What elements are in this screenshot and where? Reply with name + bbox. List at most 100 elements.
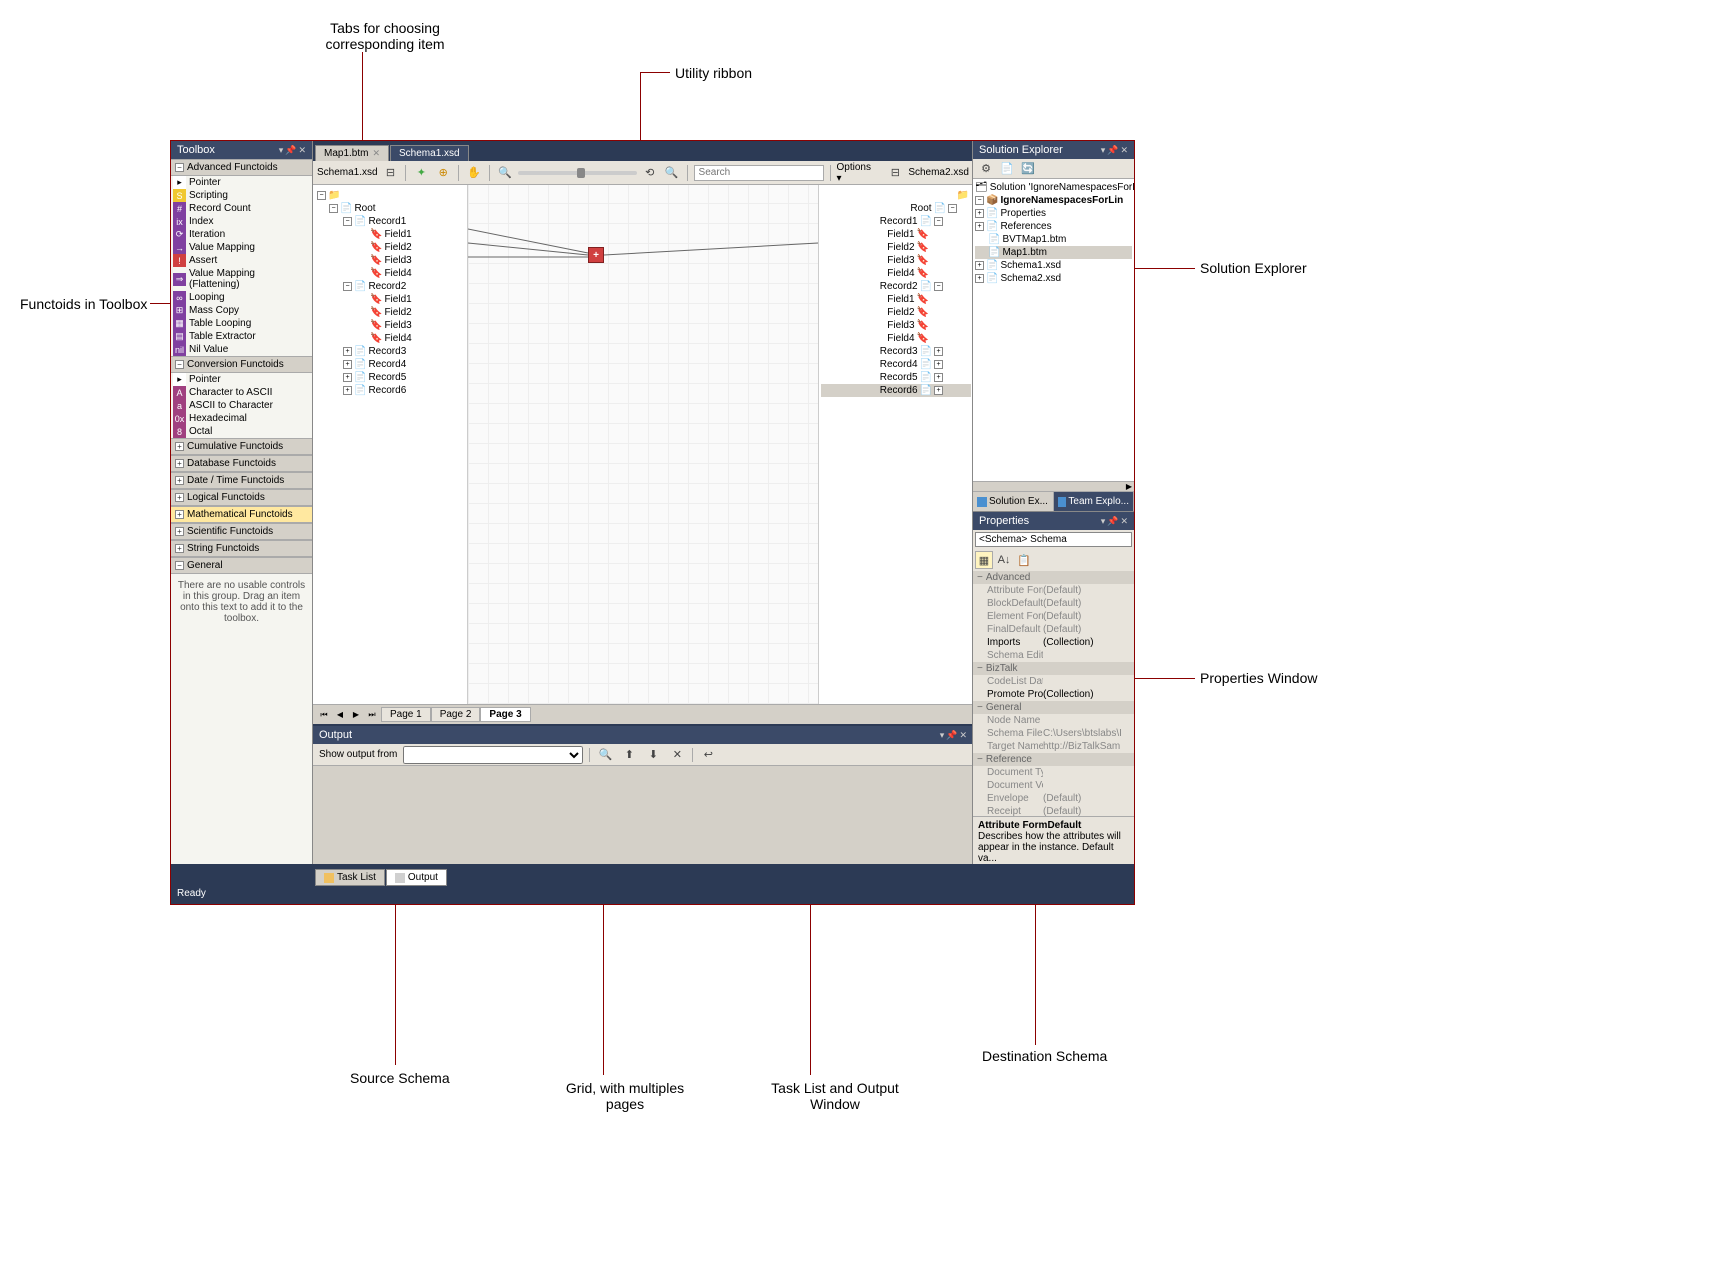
toolbox-item[interactable]: 0xHexadecimal	[171, 412, 312, 425]
tree-node[interactable]: Record1 📄 −	[821, 215, 971, 228]
document-tab[interactable]: Map1.btm✕	[315, 145, 389, 161]
expander-icon[interactable]: −	[977, 702, 983, 713]
property-row[interactable]: Envelope(Default)	[973, 792, 1134, 805]
expander-icon[interactable]: +	[934, 386, 943, 395]
property-value[interactable]: (Default)	[1043, 793, 1134, 804]
next-icon[interactable]: ⬇	[644, 746, 662, 764]
tree-node[interactable]: − 📄 Record2	[315, 280, 465, 293]
property-category[interactable]: − General	[973, 701, 1134, 714]
expander-icon[interactable]: −	[934, 217, 943, 226]
expander-icon[interactable]: −	[934, 282, 943, 291]
tree-node[interactable]: Root 📄 −	[821, 202, 971, 215]
tree-node[interactable]: − 📄 Record1	[315, 215, 465, 228]
close-icon[interactable]: ✕	[959, 730, 967, 741]
property-value[interactable]	[1043, 767, 1134, 778]
toolbox-group-header[interactable]: +Date / Time Functoids	[171, 472, 312, 489]
property-row[interactable]: Node Name	[973, 714, 1134, 727]
properties-grid[interactable]: − AdvancedAttribute Form(Default)BlockDe…	[973, 571, 1134, 816]
tree-node[interactable]: Record2 📄 −	[821, 280, 971, 293]
expander-icon[interactable]: −	[343, 217, 352, 226]
prev-icon[interactable]: ⬆	[620, 746, 638, 764]
pin-icon[interactable]: ▾	[279, 145, 284, 156]
tree-node[interactable]: Record3 📄 +	[821, 345, 971, 358]
expander-icon[interactable]: −	[977, 663, 983, 674]
solution-item[interactable]: + 📄 Properties	[975, 207, 1132, 220]
schema-root-node[interactable]: − 📁	[315, 189, 465, 202]
expander-icon[interactable]: +	[175, 442, 184, 451]
tree-node[interactable]: Field2 🔖	[821, 241, 971, 254]
toolbox-item[interactable]: #Record Count	[171, 202, 312, 215]
property-value[interactable]: http://BizTalkSam	[1043, 741, 1134, 752]
toolbox-item[interactable]: 8Octal	[171, 425, 312, 438]
tree-node[interactable]: Field3 🔖	[821, 319, 971, 332]
property-value[interactable]	[1043, 780, 1134, 791]
dest-schema-tree[interactable]: 📁Root 📄 −Record1 📄 −Field1 🔖 Field2 🔖 Fi…	[818, 185, 973, 704]
solution-tree[interactable]: 🗂 Solution 'IgnoreNamespacesForLi− 📦 Ign…	[973, 179, 1134, 481]
expander-icon[interactable]: +	[343, 386, 352, 395]
wrap-icon[interactable]: ↩	[699, 746, 717, 764]
page-tab[interactable]: Page 3	[480, 707, 530, 722]
schema-root-node[interactable]: 📁	[821, 189, 971, 202]
tab-solution-explorer[interactable]: Solution Ex...	[973, 492, 1054, 511]
solution-item[interactable]: + 📄 Schema1.xsd	[975, 259, 1132, 272]
property-row[interactable]: Receipt(Default)	[973, 805, 1134, 816]
pushpin-icon[interactable]: 📌	[285, 145, 296, 156]
property-value[interactable]	[1043, 676, 1134, 687]
tree-node[interactable]: Record4 📄 +	[821, 358, 971, 371]
page-tab[interactable]: Page 2	[431, 707, 481, 722]
output-source-select[interactable]	[403, 746, 583, 764]
toolbox-group-header[interactable]: +Cumulative Functoids	[171, 438, 312, 455]
pin-icon[interactable]: ▾	[1101, 516, 1106, 527]
expander-icon[interactable]: −	[948, 204, 957, 213]
tree-node[interactable]: 🔖 Field1	[315, 228, 465, 241]
property-value[interactable]: (Default)	[1043, 611, 1134, 622]
functoid-node[interactable]: +	[588, 247, 604, 263]
property-pages-icon[interactable]: 📋	[1015, 551, 1033, 569]
expander-icon[interactable]: +	[343, 347, 352, 356]
tree-node[interactable]: 🔖 Field4	[315, 332, 465, 345]
zoom-slider[interactable]	[518, 171, 637, 175]
toolbox-item[interactable]: ▸Pointer	[171, 373, 312, 386]
close-icon[interactable]: ✕	[1120, 516, 1128, 527]
expander-icon[interactable]: +	[343, 373, 352, 382]
expander-icon[interactable]: −	[329, 204, 338, 213]
toolbox-group-header[interactable]: −Advanced Functoids	[171, 159, 312, 176]
tree-node[interactable]: 🔖 Field4	[315, 267, 465, 280]
expander-icon[interactable]: +	[175, 493, 184, 502]
properties-icon[interactable]: ⚙	[977, 160, 995, 178]
clear-icon[interactable]: ✕	[668, 746, 686, 764]
close-icon[interactable]: ✕	[372, 148, 380, 159]
property-row[interactable]: Attribute Form(Default)	[973, 584, 1134, 597]
expander-icon[interactable]: +	[934, 360, 943, 369]
relevance-icon[interactable]: ✦	[412, 164, 430, 182]
expander-icon[interactable]: +	[175, 510, 184, 519]
expander-icon[interactable]: +	[934, 373, 943, 382]
expander-icon[interactable]: +	[975, 209, 984, 218]
property-value[interactable]: C:\Users\btslabs\I	[1043, 728, 1134, 739]
solution-item[interactable]: + 📄 Schema2.xsd	[975, 272, 1132, 285]
property-row[interactable]: Schema File LC:\Users\btslabs\I	[973, 727, 1134, 740]
expander-icon[interactable]: −	[977, 572, 983, 583]
property-value[interactable]: (Default)	[1043, 624, 1134, 635]
toolbox-item[interactable]: ∞Looping	[171, 291, 312, 304]
tree-node[interactable]: Field4 🔖	[821, 332, 971, 345]
toolbox-item[interactable]: ⇒Value Mapping (Flattening)	[171, 267, 312, 291]
expander-icon[interactable]: −	[175, 163, 184, 172]
expander-icon[interactable]: −	[343, 282, 352, 291]
toolbox-item[interactable]: ⟳Iteration	[171, 228, 312, 241]
toolbox-group-header[interactable]: −General	[171, 557, 312, 574]
tab-task-list[interactable]: Task List	[315, 869, 385, 886]
pushpin-icon[interactable]: 📌	[1107, 516, 1118, 527]
toolbox-group-header[interactable]: +Mathematical Functoids	[171, 506, 312, 523]
tree-node[interactable]: + 📄 Record5	[315, 371, 465, 384]
tree-node[interactable]: + 📄 Record4	[315, 358, 465, 371]
refresh-icon[interactable]: 🔄	[1019, 160, 1037, 178]
property-category[interactable]: − Reference	[973, 753, 1134, 766]
tree-node[interactable]: 🔖 Field3	[315, 254, 465, 267]
expander-icon[interactable]: −	[175, 360, 184, 369]
property-value[interactable]: (Default)	[1043, 806, 1134, 816]
tree-node[interactable]: − 📄 Root	[315, 202, 465, 215]
solution-item[interactable]: + 📄 References	[975, 220, 1132, 233]
property-row[interactable]: Document Ty	[973, 766, 1134, 779]
toolbox-group-header[interactable]: +Database Functoids	[171, 455, 312, 472]
